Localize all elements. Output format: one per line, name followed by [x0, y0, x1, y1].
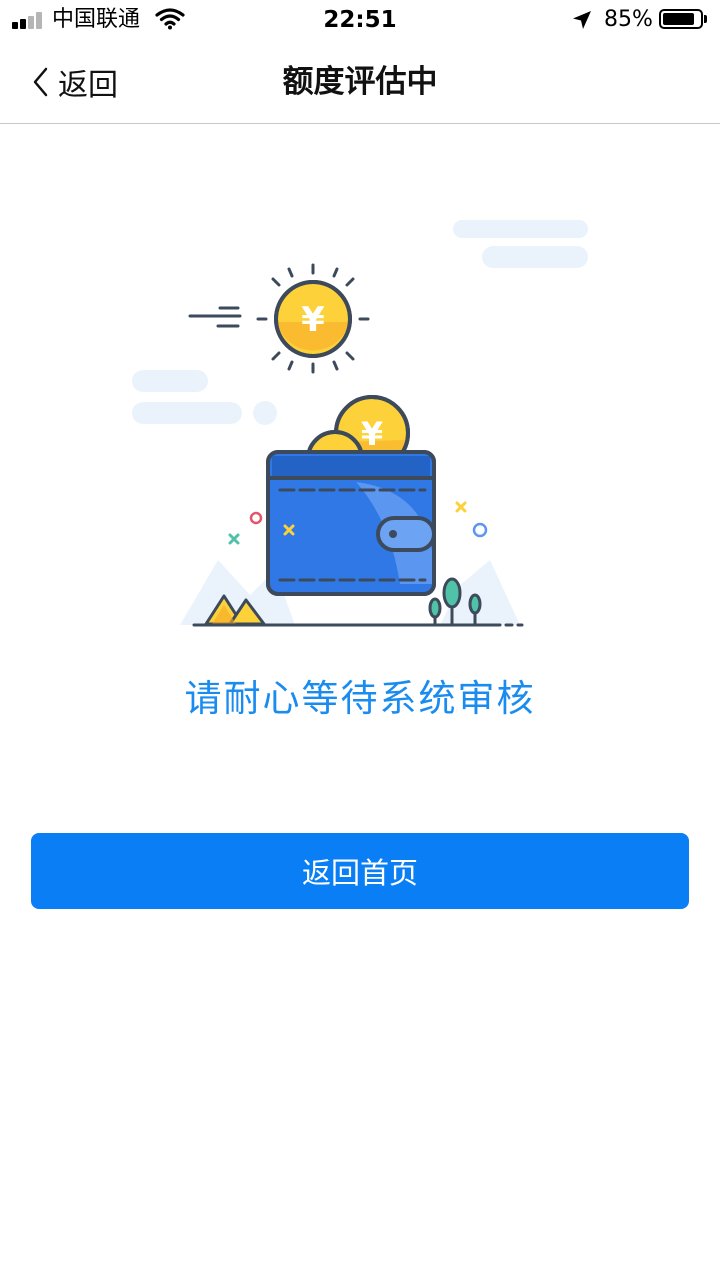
navigation-bar: 返回 额度评估中: [0, 40, 720, 124]
wallet-illustration: ¥ ¥ ¥: [132, 220, 588, 627]
battery-percentage: 85%: [604, 7, 653, 32]
sun-coin-icon: ¥: [274, 280, 352, 358]
back-to-home-button[interactable]: 返回首页: [31, 833, 689, 909]
review-message: 请耐心等待系统审核: [184, 677, 536, 720]
page-title: 额度评估中: [282, 64, 438, 100]
wallet-icon: [266, 450, 436, 596]
screen: 中国联通 22:51 85% 返回 额度评估中 ¥ ¥ 请耐心等待系统审核 返回…: [0, 0, 720, 1280]
battery-nub: [704, 15, 707, 23]
cloud-decoration: [132, 220, 588, 425]
status-bar: 中国联通 22:51 85%: [0, 0, 720, 40]
svg-text:¥: ¥: [301, 300, 325, 340]
speed-lines-decoration: [188, 306, 242, 328]
location-arrow-icon: [573, 11, 591, 29]
svg-text:¥: ¥: [361, 415, 383, 453]
battery-icon: [659, 9, 703, 29]
back-to-home-label: 返回首页: [301, 856, 418, 890]
